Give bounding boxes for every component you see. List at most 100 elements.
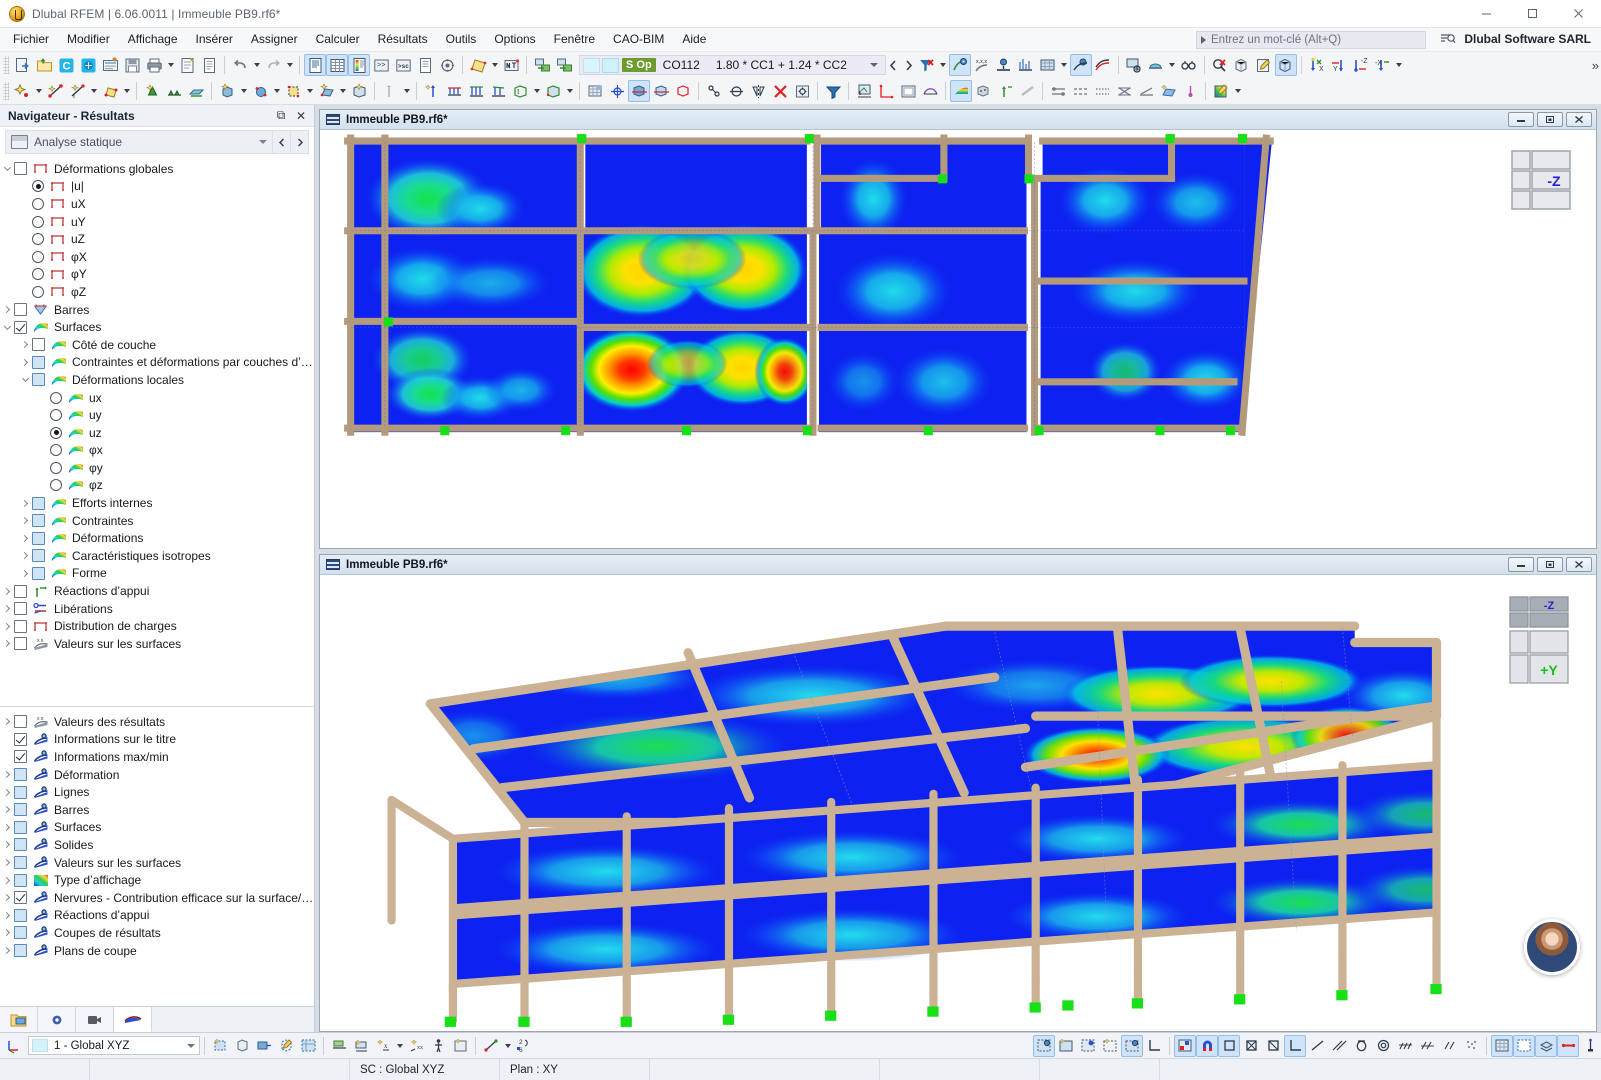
color-scale-edit-button[interactable] — [1210, 80, 1232, 102]
dimension-x-caret[interactable] — [394, 1035, 405, 1057]
global-settings-button[interactable] — [436, 54, 458, 76]
chevron-right-icon[interactable] — [18, 518, 32, 523]
result-diagram-button[interactable] — [1015, 54, 1037, 76]
line-load-button[interactable] — [465, 80, 487, 102]
tree-checkbox-barres-disp[interactable] — [14, 803, 27, 816]
analysis-type-dropdown-icon[interactable] — [254, 140, 272, 144]
print-dropdown-caret[interactable] — [165, 54, 176, 76]
tree-item-phiy[interactable]: φY — [0, 266, 314, 284]
object-settings-button[interactable] — [791, 80, 813, 102]
printout-report-button[interactable] — [198, 54, 220, 76]
model-data-button[interactable] — [99, 54, 121, 76]
display-properties-tree[interactable]: x xValeurs des résultatsInformations sur… — [0, 706, 314, 1006]
chevron-right-icon[interactable] — [0, 913, 14, 918]
chevron-right-icon[interactable] — [0, 948, 14, 953]
project-navigator-tab[interactable] — [0, 1007, 38, 1032]
diagram-window-button[interactable] — [853, 80, 875, 102]
object-snap-button[interactable] — [231, 1035, 253, 1057]
tree-item-valeurs-sur-les-surfaces[interactable]: x xValeurs sur les surfaces — [0, 635, 314, 653]
snap-circle-button[interactable] — [1350, 1035, 1372, 1057]
axis-origin-button[interactable] — [1143, 1035, 1165, 1057]
menu-fenetre[interactable]: Fenêtre — [545, 29, 604, 50]
new-member-caret[interactable] — [88, 80, 99, 102]
tree-item-deformations[interactable]: Déformations — [0, 529, 314, 547]
tree-checkbox-plans-de-coupe[interactable] — [14, 944, 27, 957]
new-section-caret[interactable] — [304, 80, 315, 102]
grid-snap-toggle-button[interactable] — [1055, 1035, 1077, 1057]
tree-radio-loc-ux[interactable] — [50, 392, 62, 404]
select-area-caret[interactable] — [489, 54, 500, 76]
tree-checkbox-deformations[interactable] — [32, 532, 45, 545]
chevron-down-icon[interactable] — [18, 378, 32, 381]
new-dimension-button[interactable] — [449, 1035, 471, 1057]
result-section-2-button[interactable] — [1069, 80, 1091, 102]
result-section-1-button[interactable] — [1047, 80, 1069, 102]
load-combination-selector[interactable]: S Op CO112 1.80 * CC1 + 1.24 * CC2 — [579, 55, 886, 75]
menu-assigner[interactable]: Assigner — [242, 29, 307, 50]
view-orientation-cube-plan[interactable]: -Z — [1502, 148, 1574, 217]
chevron-right-icon[interactable] — [0, 825, 14, 830]
perspective-view-button[interactable] — [1275, 54, 1297, 76]
tree-item-deformation[interactable]: Déformation — [0, 766, 314, 784]
new-load-caret[interactable] — [337, 80, 348, 102]
dimension-xx-button[interactable]: xx — [405, 1035, 427, 1057]
nodal-load-button[interactable] — [421, 80, 443, 102]
surface-results-button[interactable] — [1037, 54, 1059, 76]
tree-item-loc-phiy[interactable]: φy — [0, 459, 314, 477]
display-frame-button[interactable] — [1513, 1035, 1535, 1057]
chevron-right-icon[interactable] — [0, 790, 14, 795]
import-button[interactable] — [531, 54, 553, 76]
coordinate-system-combo[interactable]: 1 - Global XYZ — [28, 1036, 200, 1055]
tree-checkbox-informations-max-min[interactable] — [14, 750, 27, 763]
filter-objects-button[interactable] — [822, 80, 844, 102]
rfem-module-button[interactable]: C — [55, 54, 77, 76]
chevron-right-icon[interactable] — [18, 536, 32, 541]
chevron-down-icon[interactable] — [0, 326, 14, 329]
tree-checkbox-surfaces[interactable] — [14, 321, 27, 334]
chevron-right-icon[interactable] — [18, 360, 32, 365]
tree-checkbox-cote-de-couche[interactable] — [32, 338, 45, 351]
coordinate-system-icon[interactable] — [2, 1035, 24, 1057]
tree-radio-loc-phix[interactable] — [50, 444, 62, 456]
mesh-points-button[interactable] — [606, 80, 628, 102]
surface-support-button[interactable] — [185, 80, 207, 102]
new-printout-report-button[interactable] — [176, 54, 198, 76]
tree-item-liberations[interactable]: Libérations — [0, 600, 314, 618]
tree-item-deformations-locales[interactable]: Déformations locales — [0, 371, 314, 389]
result-values-button[interactable]: x,x,x — [971, 54, 993, 76]
new-member-button[interactable]: I — [66, 80, 88, 102]
snap-counter-button[interactable]: 26 — [513, 1035, 535, 1057]
member-load-button[interactable] — [443, 80, 465, 102]
new-section-button[interactable] — [282, 80, 304, 102]
tree-radio-phiz[interactable] — [32, 286, 44, 298]
chevron-right-icon[interactable] — [18, 571, 32, 576]
tree-checkbox-efforts-internes[interactable] — [32, 497, 45, 510]
chevron-right-icon[interactable] — [0, 589, 14, 594]
quick-search-input[interactable]: Entrez un mot-clé (Alt+Q) — [1196, 31, 1426, 49]
tree-checkbox-barres[interactable] — [14, 303, 27, 316]
tree-item-efforts-internes[interactable]: Efforts internes — [0, 494, 314, 512]
menu-outils[interactable]: Outils — [437, 29, 486, 50]
snap-midpoint-button[interactable] — [1262, 1035, 1284, 1057]
glasses-view-button[interactable] — [1178, 54, 1200, 76]
tree-item-solides[interactable]: Solides — [0, 836, 314, 854]
tree-checkbox-contraintes-deformations-couches[interactable] — [32, 356, 45, 369]
result-section-3-button[interactable] — [1091, 80, 1113, 102]
save-button[interactable] — [121, 54, 143, 76]
snap-tangent-button[interactable] — [1372, 1035, 1394, 1057]
new-opening-caret[interactable] — [271, 80, 282, 102]
tree-item-contraintes[interactable]: Contraintes — [0, 512, 314, 530]
view-axis-caret[interactable] — [1394, 54, 1405, 76]
member-diagram-button[interactable] — [875, 80, 897, 102]
new-model-button[interactable] — [11, 54, 33, 76]
tree-radio-ux[interactable] — [32, 198, 44, 210]
new-node-caret[interactable] — [33, 80, 44, 102]
menu-cao-bim[interactable]: CAO-BIM — [604, 29, 673, 50]
render-navigator-tab[interactable] — [76, 1007, 114, 1032]
undock-navigator-button[interactable]: ⧉ — [272, 107, 290, 125]
new-line-button[interactable] — [44, 80, 66, 102]
menu-options[interactable]: Options — [485, 29, 544, 50]
tree-radio-uy[interactable] — [32, 216, 44, 228]
result-point-button[interactable] — [1179, 80, 1201, 102]
chevron-right-icon[interactable] — [18, 553, 32, 558]
